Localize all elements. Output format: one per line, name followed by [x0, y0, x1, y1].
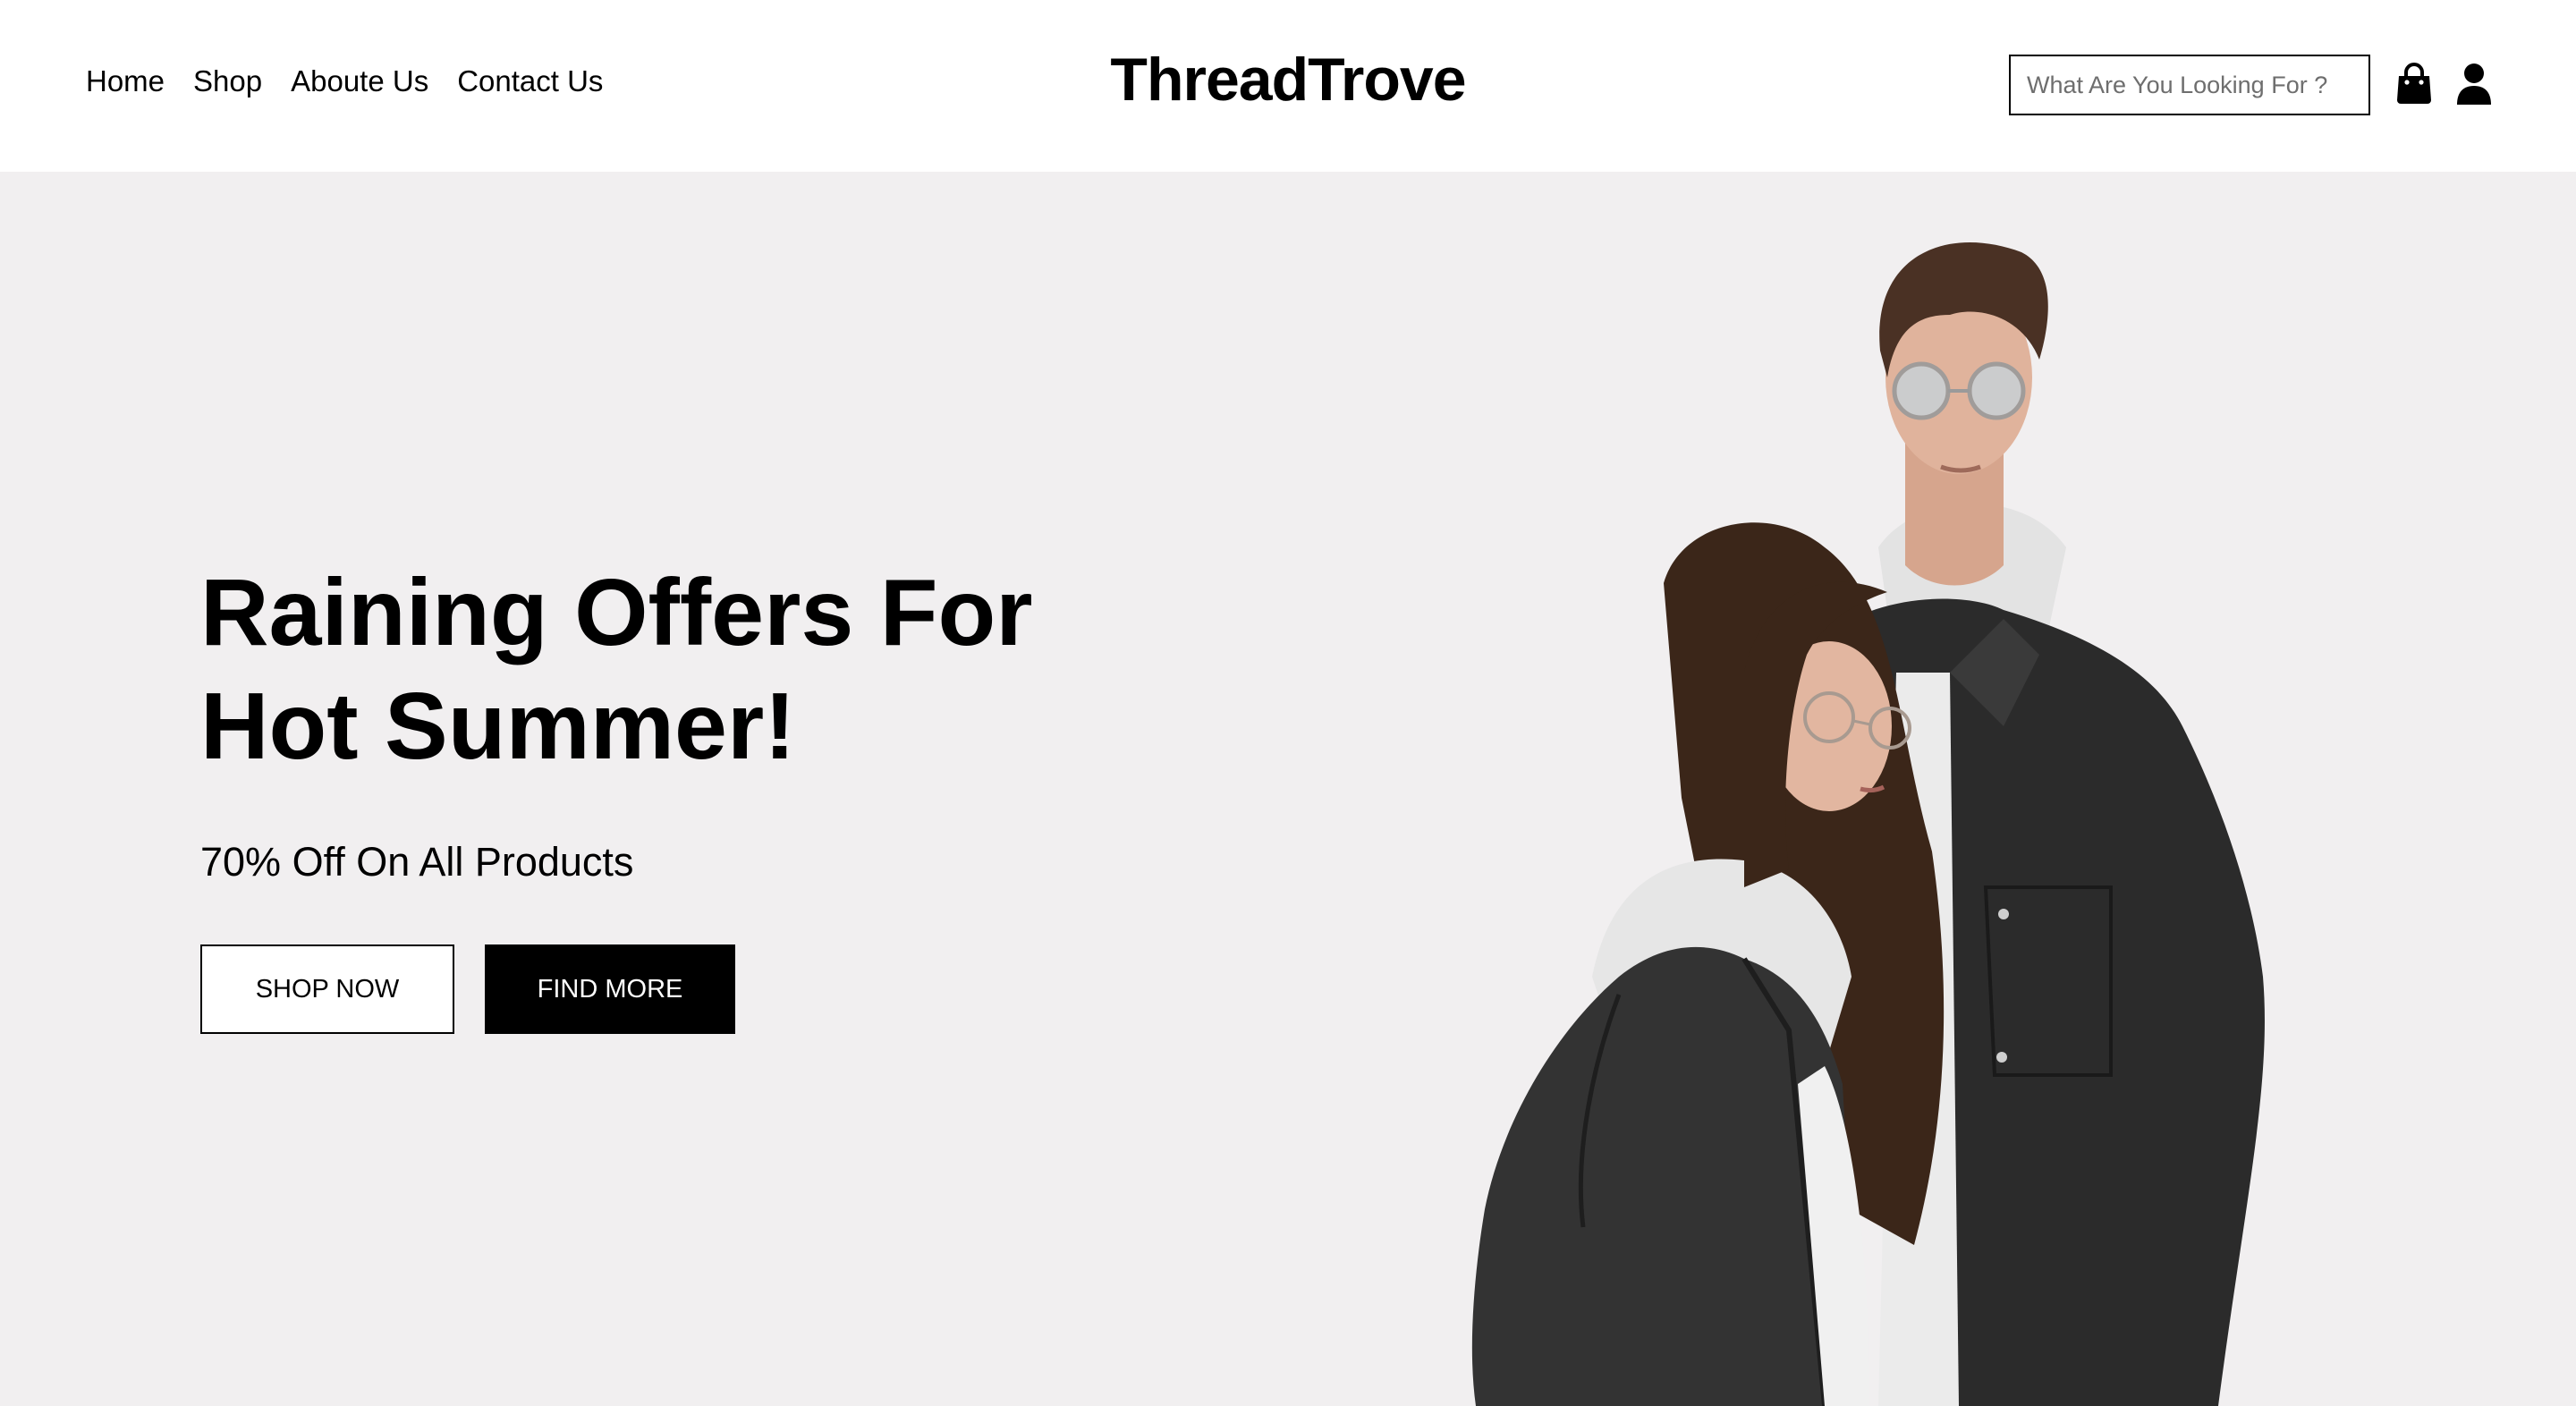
site-header: Home Shop Aboute Us Contact Us ThreadTro…	[0, 0, 2576, 172]
search-input[interactable]	[2009, 55, 2370, 115]
find-more-button[interactable]: FIND MORE	[485, 944, 735, 1034]
hero-banner: Raining Offers For Hot Summer! 70% Off O…	[0, 172, 2576, 1406]
hero-headline: Raining Offers For Hot Summer!	[200, 556, 1274, 783]
hero-model-image	[1471, 242, 2265, 1406]
shop-now-button[interactable]: SHOP NOW	[200, 944, 454, 1034]
hero-headline-line2: Hot Summer!	[200, 673, 796, 779]
hero-subheadline: 70% Off On All Products	[200, 839, 634, 885]
hero-headline-line1: Raining Offers For	[200, 560, 1033, 665]
shopping-bag-icon[interactable]	[2394, 63, 2434, 106]
user-icon[interactable]	[2454, 63, 2494, 106]
